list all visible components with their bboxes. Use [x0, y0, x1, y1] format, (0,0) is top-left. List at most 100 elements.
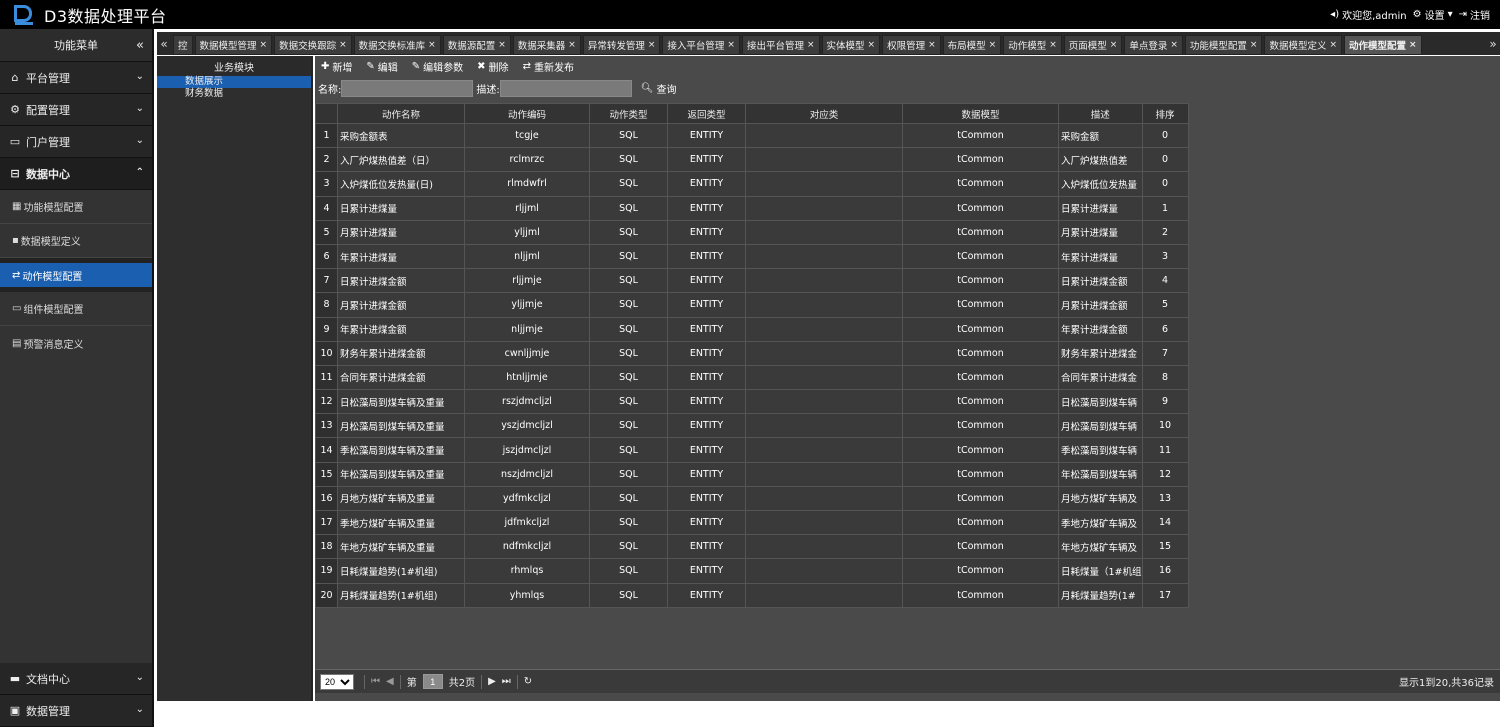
- sidebar-item-component-model[interactable]: ▭ 组件模型配置: [0, 292, 152, 326]
- close-icon[interactable]: ×: [868, 40, 876, 50]
- collapse-sidebar-icon[interactable]: «: [136, 38, 144, 53]
- query-button[interactable]: 🔍︎ 查询: [641, 81, 677, 96]
- table-row[interactable]: 7 日累计进煤金额 rljjmje SQL ENTITY tCommon 日累计进煤金额 4: [315, 268, 1189, 294]
- return-type-cell: ENTITY: [667, 122, 746, 149]
- tabs-scroll-left-icon[interactable]: «: [157, 32, 171, 55]
- close-icon[interactable]: ×: [648, 40, 656, 50]
- close-icon[interactable]: ×: [1049, 40, 1057, 50]
- table-row[interactable]: 6 年累计进煤量 nljjml SQL ENTITY tCommon 年累计进煤量 3: [315, 243, 1189, 270]
- tab-inbound-platform[interactable]: 接入平台管理 ×: [662, 35, 740, 55]
- settings-menu[interactable]: ⚙ 设置 ▾: [1413, 7, 1453, 22]
- close-icon[interactable]: ×: [1110, 40, 1118, 50]
- republish-button[interactable]: ⇄ 重新发布: [523, 59, 574, 74]
- tab-data-model-def[interactable]: 数据模型定义 ×: [1264, 35, 1343, 55]
- tab-exception-forward[interactable]: 异常转发管理 ×: [582, 35, 661, 55]
- prev-page-icon[interactable]: ◀: [386, 676, 394, 687]
- tab-sso[interactable]: 单点登录 ×: [1124, 35, 1183, 55]
- close-icon[interactable]: ×: [260, 40, 268, 50]
- page-number-input[interactable]: [422, 674, 443, 689]
- tab-outbound-platform[interactable]: 接出平台管理 ×: [741, 35, 820, 55]
- tab-entity-model[interactable]: 实体模型 ×: [821, 35, 881, 55]
- column-header[interactable]: 数据模型: [902, 103, 1059, 124]
- tab-data-model-mgmt[interactable]: 数据模型管理 ×: [194, 35, 273, 55]
- tab-datasource-config[interactable]: 数据源配置 ×: [442, 35, 511, 55]
- sidebar-group-platform[interactable]: ⌂ 平台管理 ⌄: [0, 62, 152, 94]
- delete-label: 删除: [488, 63, 509, 74]
- close-icon[interactable]: ×: [807, 40, 815, 50]
- close-icon[interactable]: ×: [1329, 40, 1337, 50]
- close-icon[interactable]: ×: [989, 40, 997, 50]
- tab-action-model[interactable]: 动作模型 ×: [1003, 35, 1062, 55]
- table-row[interactable]: 16 月地方煤矿车辆及重量 ydfmkcljzl SQL ENTITY tCommon 月地…: [315, 485, 1189, 512]
- close-icon[interactable]: ×: [1170, 40, 1178, 50]
- delete-button[interactable]: ✖ 删除: [477, 59, 508, 74]
- add-button[interactable]: ✚ 新增: [321, 59, 352, 74]
- edit-params-button[interactable]: ✎ 编辑参数: [412, 59, 463, 74]
- sidebar-group-portal[interactable]: ▭ 门户管理 ⌄: [0, 126, 152, 158]
- table-row[interactable]: 10 财务年累计进煤金额 cwnljjmje SQL ENTITY tCommon 财务年累…: [315, 340, 1189, 366]
- table-row[interactable]: 19 日耗煤量趋势(1#机组) rhmlqs SQL ENTITY tCommon 日耗煤量…: [315, 558, 1189, 584]
- last-page-icon[interactable]: ⏭: [502, 676, 511, 687]
- sidebar-item-function-model[interactable]: ▦ 功能模型配置: [0, 190, 152, 224]
- close-icon[interactable]: ×: [339, 40, 347, 50]
- table-row[interactable]: 13 月松藻局到煤车辆及重量 yszjdmcljzl SQL ENTITY tCommon…: [315, 413, 1189, 439]
- first-page-icon[interactable]: ⏮: [371, 676, 380, 687]
- table-row[interactable]: 1 采购金额表 tcgje SQL ENTITY tCommon 采购金额 0: [315, 122, 1189, 149]
- close-icon[interactable]: ×: [1409, 40, 1417, 50]
- refresh-icon[interactable]: ↻: [524, 676, 532, 687]
- sidebar-item-alert-message[interactable]: ▤ 预警消息定义: [0, 326, 152, 360]
- column-header[interactable]: 描述: [1058, 103, 1143, 124]
- close-icon[interactable]: ×: [568, 40, 576, 50]
- column-header[interactable]: 动作名称: [337, 103, 465, 124]
- next-page-icon[interactable]: ▶: [488, 676, 496, 687]
- module-item-data-display[interactable]: 数据展示: [157, 76, 311, 88]
- table-row[interactable]: 17 季地方煤矿车辆及重量 jdfmkcljzl SQL ENTITY tCommon 季地…: [315, 509, 1189, 536]
- desc-filter-input[interactable]: [499, 79, 632, 97]
- tab-action-model-config[interactable]: 动作模型配置 ×: [1344, 35, 1422, 55]
- tab-dashboard[interactable]: 控: [173, 35, 193, 55]
- tab-function-model-config[interactable]: 功能模型配置 ×: [1184, 35, 1263, 55]
- sidebar-group-datacenter[interactable]: ⊟ 数据中心 ⌃: [0, 158, 152, 190]
- table-row[interactable]: 15 年松藻局到煤车辆及重量 nszjdmcljzl SQL ENTITY tCommon…: [315, 461, 1189, 487]
- table-row[interactable]: 8 月累计进煤金额 yljjmje SQL ENTITY tCommon 月累计进煤金额 5: [315, 292, 1189, 318]
- table-row[interactable]: 2 入厂炉煤热值差（日） rclmrzc SQL ENTITY tCommon 入厂炉煤热值…: [315, 147, 1189, 173]
- close-icon[interactable]: ×: [1250, 40, 1258, 50]
- module-item-finance-data[interactable]: 财务数据: [157, 88, 311, 100]
- column-header[interactable]: 动作编码: [464, 103, 590, 124]
- tab-data-exchange-trace[interactable]: 数据交换跟踪 ×: [274, 35, 352, 55]
- column-header[interactable]: 动作类型: [589, 103, 668, 124]
- page-size-select[interactable]: 20: [320, 673, 354, 690]
- logout-link[interactable]: ⇥ 注销: [1459, 7, 1490, 22]
- table-row[interactable]: 12 日松藻局到煤车辆及重量 rszjdmcljzl SQL ENTITY tCommon…: [315, 389, 1189, 415]
- sidebar-item-data-model[interactable]: ▪ 数据模型定义: [0, 224, 152, 258]
- table-row[interactable]: 4 日累计进煤量 rljjml SQL ENTITY tCommon 日累计进煤量 1: [315, 195, 1189, 221]
- close-icon[interactable]: ×: [498, 40, 506, 50]
- table-row[interactable]: 5 月累计进煤量 yljjml SQL ENTITY tCommon 月累计进煤量 2: [315, 219, 1189, 245]
- tab-exchange-standard[interactable]: 数据交换标准库 ×: [353, 35, 441, 55]
- sidebar-item-action-model[interactable]: ⇄ 动作模型配置: [0, 263, 152, 287]
- tab-data-collector[interactable]: 数据采集器 ×: [512, 35, 581, 55]
- tabs-scroll-right-icon[interactable]: »: [1486, 32, 1500, 55]
- column-header[interactable]: 返回类型: [667, 103, 746, 124]
- data-model-cell: tCommon: [902, 437, 1059, 463]
- close-icon[interactable]: ×: [428, 40, 436, 50]
- table-row[interactable]: 20 月耗煤量趋势(1#机组) yhmlqs SQL ENTITY tCommon 月耗煤量…: [315, 582, 1189, 608]
- edit-button[interactable]: ✎ 编辑: [366, 59, 397, 74]
- table-row[interactable]: 14 季松藻局到煤车辆及重量 jszjdmcljzl SQL ENTITY tCommon…: [315, 437, 1189, 463]
- close-icon[interactable]: ×: [727, 40, 735, 50]
- tab-permission[interactable]: 权限管理 ×: [882, 35, 941, 55]
- tab-layout-model[interactable]: 布局模型 ×: [942, 35, 1002, 55]
- table-row[interactable]: 11 合同年累计进煤金额 htnljjmje SQL ENTITY tCommon 合同年累…: [315, 364, 1189, 391]
- sidebar-group-datamgmt[interactable]: ▣ 数据管理 ⌄: [0, 695, 152, 727]
- tab-page-model[interactable]: 页面模型 ×: [1063, 35, 1123, 55]
- close-icon[interactable]: ×: [928, 40, 936, 50]
- sidebar-group-docs[interactable]: ▬ 文档中心 ⌄: [0, 663, 152, 695]
- column-header[interactable]: 对应类: [745, 103, 903, 124]
- table-row[interactable]: 18 年地方煤矿车辆及重量 ndfmkcljzl SQL ENTITY tCommon 年地…: [315, 534, 1189, 560]
- name-filter-input[interactable]: [341, 79, 474, 97]
- table-row[interactable]: 3 入炉煤低位发热量(日) rlmdwfrl SQL ENTITY tCommon 入炉煤低…: [315, 171, 1189, 197]
- return-type-cell: ENTITY: [667, 340, 746, 366]
- sidebar-group-config[interactable]: ⚙ 配置管理 ⌄: [0, 94, 152, 126]
- column-header[interactable]: 排序: [1141, 103, 1189, 124]
- table-row[interactable]: 9 年累计进煤金额 nljjmje SQL ENTITY tCommon 年累计进煤金额 6: [315, 316, 1189, 342]
